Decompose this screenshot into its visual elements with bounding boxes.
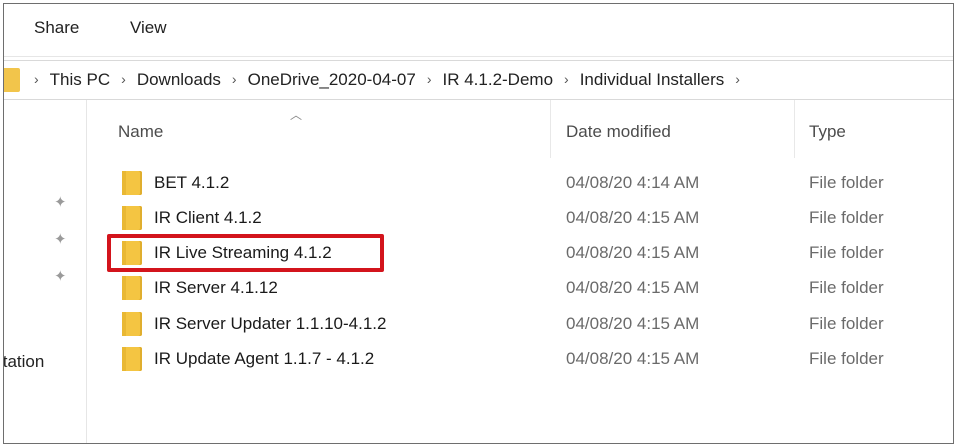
pin-icon[interactable]: ✦ [54,269,68,284]
breadcrumb-separator-icon[interactable]: › [735,71,740,87]
breadcrumb-onedrive-folder[interactable]: OneDrive_2020-04-07 [248,70,416,89]
file-row[interactable]: IR Live Streaming 4.1.2 04/08/20 4:15 AM… [108,236,938,270]
file-type: File folder [809,314,884,333]
breadcrumb-separator-icon[interactable]: › [427,71,432,87]
column-header-type[interactable]: Type [809,122,846,142]
folder-icon [122,347,142,371]
breadcrumb-this-pc[interactable]: This PC [50,70,110,89]
file-explorer-window: Share View › This PC › Downloads › OneDrive_2… [3,3,954,444]
file-type: File folder [809,278,884,297]
column-header-date-modified[interactable]: Date modified [566,122,671,142]
file-date-modified: 04/08/20 4:15 AM [566,208,700,227]
pin-icon[interactable]: ✦ [54,232,68,247]
file-row[interactable]: IR Client 4.1.2 04/08/20 4:15 AM File fo… [108,201,938,235]
nav-item-label[interactable]: ıtation [4,352,44,372]
file-row[interactable]: IR Server 4.1.12 04/08/20 4:15 AM File f… [108,271,938,305]
folder-icon [122,312,142,336]
file-name: IR Server 4.1.12 [154,278,278,297]
breadcrumb-separator-icon[interactable]: › [34,71,39,87]
folder-icon [122,206,142,230]
file-list: ︿ Name Date modified Type BET 4.1.2 04/0… [88,100,953,443]
file-name: IR Update Agent 1.1.7 - 4.1.2 [154,349,375,368]
folder-icon [122,276,142,300]
breadcrumb-separator-icon[interactable]: › [564,71,569,87]
breadcrumb-ir-demo[interactable]: IR 4.1.2-Demo [442,70,553,89]
column-divider[interactable] [794,100,795,158]
file-name: IR Live Streaming 4.1.2 [154,243,332,262]
file-row[interactable]: IR Update Agent 1.1.7 - 4.1.2 04/08/20 4… [108,342,938,376]
ribbon-tab-view[interactable]: View [130,18,167,38]
file-date-modified: 04/08/20 4:15 AM [566,243,700,262]
breadcrumb-downloads[interactable]: Downloads [137,70,221,89]
file-date-modified: 04/08/20 4:14 AM [566,173,700,192]
folder-icon [122,171,142,195]
file-date-modified: 04/08/20 4:15 AM [566,314,700,333]
navigation-pane: ✦ ✦ ✦ ıtation [4,100,87,443]
breadcrumb-individual-installers[interactable]: Individual Installers [580,70,725,89]
address-bar[interactable]: › This PC › Downloads › OneDrive_2020-04-07 › I… [4,60,953,100]
folder-icon [4,68,20,92]
file-row[interactable]: IR Server Updater 1.1.10-4.1.2 04/08/20 … [108,307,938,341]
file-type: File folder [809,208,884,227]
breadcrumb-separator-icon[interactable]: › [121,71,126,87]
breadcrumb: › This PC › Downloads › OneDrive_2020-04-07 › I… [34,70,751,90]
file-date-modified: 04/08/20 4:15 AM [566,349,700,368]
file-name: IR Client 4.1.2 [154,208,262,227]
column-divider[interactable] [550,100,551,158]
file-name: IR Server Updater 1.1.10-4.1.2 [154,314,387,333]
sort-ascending-icon: ︿ [290,108,303,122]
folder-icon [122,241,142,265]
file-date-modified: 04/08/20 4:15 AM [566,278,700,297]
column-header-name[interactable]: Name [118,122,163,142]
file-type: File folder [809,173,884,192]
file-name: BET 4.1.2 [154,173,230,192]
breadcrumb-separator-icon[interactable]: › [232,71,237,87]
ribbon: Share View [4,4,953,57]
file-type: File folder [809,243,884,262]
ribbon-tab-share[interactable]: Share [34,18,79,38]
pin-icon[interactable]: ✦ [54,195,68,210]
file-row[interactable]: BET 4.1.2 04/08/20 4:14 AM File folder [108,166,938,200]
file-type: File folder [809,349,884,368]
